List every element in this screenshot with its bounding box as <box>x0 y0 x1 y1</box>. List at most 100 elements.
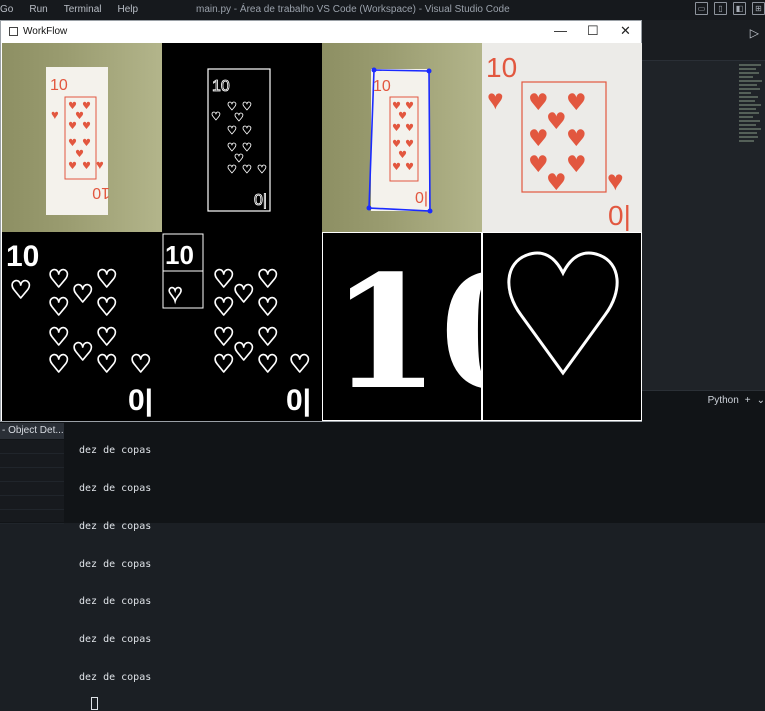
menu-terminal[interactable]: Terminal <box>64 4 102 15</box>
svg-text:♥: ♥ <box>82 138 91 149</box>
svg-text:♥: ♥ <box>82 121 91 132</box>
menu-go[interactable]: Go <box>0 4 13 15</box>
svg-text:♥: ♥ <box>398 111 407 122</box>
svg-text:♥: ♥ <box>82 161 91 172</box>
minimize-button[interactable]: — <box>554 23 567 38</box>
new-terminal-button[interactable]: + <box>745 395 751 406</box>
svg-text:♥: ♥ <box>10 276 32 304</box>
card-rank-top: 10 <box>50 77 68 94</box>
svg-text:♥: ♥ <box>405 139 414 150</box>
svg-text:♥: ♥ <box>257 265 279 293</box>
svg-text:0|: 0| <box>128 384 153 417</box>
suit-crop-image <box>482 232 642 421</box>
svg-text:♥: ♥ <box>233 280 255 308</box>
svg-text:♥: ♥ <box>546 170 567 196</box>
workflow-window: WorkFlow — ☐ ✕ 10 ♥ ♥ ♥ ♥ ♥ ♥ ♥ ♥ ♥ ♥ ♥ ♥ 10 <box>0 20 642 422</box>
svg-text:0|: 0| <box>286 384 311 417</box>
sidebar-list <box>0 440 64 524</box>
svg-text:♥: ♥ <box>405 123 414 134</box>
svg-text:♥: ♥ <box>398 150 407 161</box>
svg-text:♥: ♥ <box>96 323 118 351</box>
terminal-line: dez de copas <box>79 520 152 532</box>
svg-text:♥: ♥ <box>257 293 279 321</box>
terminal-line: dez de copas <box>79 445 152 457</box>
svg-text:♥: ♥ <box>72 280 94 308</box>
workflow-titlebar: WorkFlow — ☐ ✕ <box>1 21 641 43</box>
suit-heart-icon: ♥ <box>96 157 104 172</box>
toggle-panel-icon[interactable]: ▭ <box>695 2 708 15</box>
edges-image: 10 ♥ ♥ ♥ ♥ ♥ ♥ ♥ ♥ ♥ ♥ ♥ ♥ 0| <box>162 43 322 232</box>
svg-text:♥: ♥ <box>75 149 84 160</box>
svg-text:♥: ♥ <box>96 293 118 321</box>
terminal-dropdown-icon[interactable]: ⌄ <box>757 395 765 406</box>
editor-tab-row: ▷ <box>642 20 765 61</box>
svg-text:♥: ♥ <box>546 109 567 135</box>
svg-text:♥: ♥ <box>96 265 118 293</box>
split-editor-icon[interactable]: ◧ <box>733 2 746 15</box>
svg-text:♥: ♥ <box>392 139 401 150</box>
image-grid: 10 ♥ ♥ ♥ ♥ ♥ ♥ ♥ ♥ ♥ ♥ ♥ ♥ 10 10 ♥ ♥ ♥ ♥ ♥ <box>2 43 642 421</box>
svg-text:♥: ♥ <box>48 265 70 293</box>
menu-help[interactable]: Help <box>118 4 139 15</box>
svg-text:♥: ♥ <box>48 293 70 321</box>
grid-layout-icon[interactable]: ⊞ <box>752 2 765 15</box>
maximize-button[interactable]: ☐ <box>587 23 599 39</box>
vscode-titlebar: Go Run Terminal Help main.py - Área de t… <box>0 0 765 20</box>
svg-text:♥: ♥ <box>213 350 235 378</box>
svg-text:♥: ♥ <box>227 124 237 137</box>
svg-text:♥: ♥ <box>405 162 414 173</box>
terminal-language[interactable]: Python <box>708 395 739 406</box>
close-button[interactable]: ✕ <box>620 23 631 39</box>
svg-text:♥: ♥ <box>48 350 70 378</box>
svg-text:10: 10 <box>212 78 230 95</box>
svg-text:♥: ♥ <box>257 323 279 351</box>
svg-text:10: 10 <box>92 184 110 201</box>
terminal-cursor[interactable] <box>91 697 99 711</box>
svg-text:♥: ♥ <box>566 126 587 152</box>
svg-text:♥: ♥ <box>257 350 279 378</box>
svg-text:♥: ♥ <box>68 161 77 172</box>
svg-text:♥: ♥ <box>168 280 182 307</box>
minimap[interactable] <box>739 62 763 362</box>
svg-text:10: 10 <box>373 78 391 95</box>
toggle-sidebar-icon[interactable]: ▯ <box>714 2 727 15</box>
warped-card-image: 10 ♥ ♥ ♥ ♥ ♥ ♥ ♥ ♥ ♥ ♥ 0| <box>482 43 642 232</box>
run-icon[interactable]: ▷ <box>750 26 759 40</box>
svg-text:♥: ♥ <box>234 111 244 124</box>
svg-text:0|: 0| <box>415 190 428 207</box>
suit-heart-icon: ♥ <box>51 107 59 122</box>
svg-text:♥: ♥ <box>213 323 235 351</box>
svg-text:♥: ♥ <box>392 162 401 173</box>
original-card-image: 10 ♥ ♥ ♥ ♥ ♥ ♥ ♥ ♥ ♥ ♥ ♥ ♥ 10 <box>2 43 162 232</box>
rank-crop-label: 10 <box>331 241 481 420</box>
workflow-title: WorkFlow <box>23 26 68 37</box>
threshold-rank-label: 10 <box>6 240 39 273</box>
svg-text:♥: ♥ <box>130 350 152 378</box>
svg-text:♥: ♥ <box>289 350 311 378</box>
svg-text:♥: ♥ <box>213 265 235 293</box>
menu-run[interactable]: Run <box>29 4 47 15</box>
svg-text:0|: 0| <box>254 192 267 209</box>
window-title: main.py - Área de trabalho VS Code (Work… <box>196 4 510 15</box>
svg-text:0|: 0| <box>608 200 631 231</box>
terminal-output: dez de copas dez de copas dez de copas d… <box>79 420 151 711</box>
rank-crop-image: 10 <box>322 232 482 421</box>
terminal-toolbar: Python + ⌄ <box>708 395 765 406</box>
terminal-line: dez de copas <box>79 671 152 683</box>
terminal-line: dez de copas <box>79 596 152 608</box>
svg-text:♥: ♥ <box>72 338 94 366</box>
terminal-line: dez de copas <box>79 634 152 646</box>
terminal-line: dez de copas <box>79 558 152 570</box>
sidebar-item-object-detection[interactable]: - Object Det... <box>0 423 64 439</box>
svg-text:♥: ♥ <box>233 338 255 366</box>
svg-text:♥: ♥ <box>68 121 77 132</box>
svg-text:♥: ♥ <box>392 123 401 134</box>
svg-text:♥: ♥ <box>242 124 252 137</box>
svg-text:♥: ♥ <box>68 138 77 149</box>
svg-text:♥: ♥ <box>213 293 235 321</box>
svg-text:♥: ♥ <box>227 163 237 176</box>
svg-text:♥: ♥ <box>607 165 624 196</box>
svg-text:♥: ♥ <box>48 323 70 351</box>
svg-text:♥: ♥ <box>96 350 118 378</box>
svg-text:♥: ♥ <box>566 152 587 178</box>
